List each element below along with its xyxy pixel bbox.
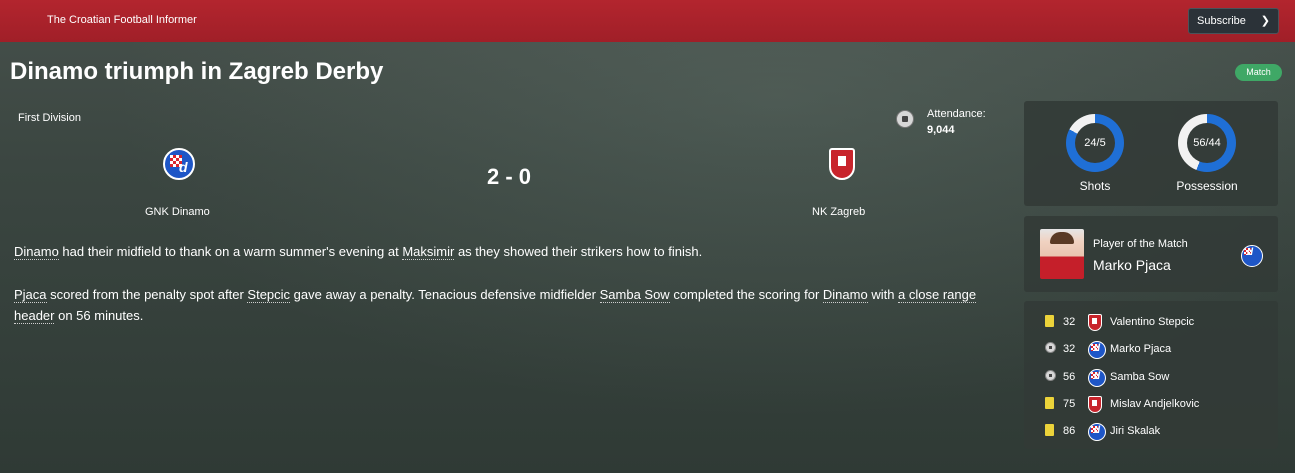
article-type-badge: Match — [1235, 64, 1282, 81]
article-text: as they showed their strikers how to fin… — [454, 244, 703, 259]
event-row[interactable]: 75 Mislav Andjelkovic — [1024, 391, 1278, 418]
article-headline: Dinamo triumph in Zagreb Derby — [10, 58, 384, 85]
player-photo[interactable] — [1040, 229, 1084, 279]
shots-value: 24/5 — [1075, 123, 1115, 163]
home-team-crest-icon[interactable]: d — [163, 148, 195, 180]
attendance-label: Attendance: — [927, 108, 986, 120]
event-minute: 86 — [1063, 425, 1076, 438]
event-row[interactable]: 32 d Marko Pjaca — [1024, 336, 1278, 363]
event-minute: 32 — [1063, 316, 1076, 328]
zagreb-crest-icon — [1088, 395, 1102, 413]
possession-donut-chart: 56/44 — [1178, 114, 1236, 172]
article-text: completed the scoring for — [669, 287, 823, 302]
event-row[interactable]: 86 d Jiri Skalak — [1024, 418, 1278, 445]
dinamo-crest-icon: d — [1088, 423, 1106, 442]
stadium-ball-icon — [896, 110, 914, 128]
match-events-panel: 32 Valentino Stepcic 32 d Marko Pjaca 56 d Samb… — [1024, 301, 1278, 449]
article-link[interactable]: Stepcic — [247, 287, 291, 303]
event-player-name[interactable]: Valentino Stepcic — [1110, 316, 1194, 328]
subscribe-button[interactable]: Subscribe ❯ — [1188, 8, 1279, 34]
event-row[interactable]: 56 d Samba Sow — [1024, 364, 1278, 391]
possession-value: 56/44 — [1187, 123, 1227, 163]
yellow-card-icon — [1045, 396, 1054, 409]
event-minute: 32 — [1063, 343, 1076, 356]
article-paragraph-1: Dinamo had their midfield to thank on a … — [14, 241, 1014, 262]
shots-donut-chart: 24/5 — [1066, 114, 1124, 172]
yellow-card-icon — [1045, 315, 1054, 327]
goal-ball-icon — [1045, 369, 1056, 381]
article-link[interactable]: Pjaca — [14, 287, 47, 303]
article-link[interactable]: Dinamo — [822, 287, 868, 303]
article-link[interactable]: Maksimir — [402, 244, 455, 260]
home-team-name[interactable]: GNK Dinamo — [145, 206, 210, 218]
top-bar: The Croatian Football Informer Subscribe… — [0, 0, 1295, 42]
attendance-value: 9,044 — [927, 124, 955, 136]
event-minute: 56 — [1063, 370, 1076, 383]
competition-name[interactable]: First Division — [18, 112, 81, 124]
article-text: gave away a penalty. Tenacious defensive… — [290, 287, 600, 302]
article-text: scored from the penalty spot after — [46, 287, 248, 302]
event-player-name[interactable]: Jiri Skalak — [1110, 425, 1160, 437]
publication-name: The Croatian Football Informer — [47, 14, 197, 26]
event-player-name[interactable]: Marko Pjaca — [1110, 343, 1171, 355]
chevron-down-icon: ❯ — [1260, 15, 1270, 27]
event-player-name[interactable]: Samba Sow — [1110, 371, 1169, 383]
article-text: had their midfield to thank on a warm su… — [58, 244, 403, 259]
article-text: with — [867, 287, 899, 302]
shots-label: Shots — [1079, 179, 1111, 193]
article-paragraph-2: Pjaca scored from the penalty spot after… — [14, 284, 1014, 326]
subscribe-label: Subscribe — [1197, 15, 1246, 27]
match-score: 2 - 0 — [487, 164, 532, 189]
away-team-crest-icon[interactable] — [829, 148, 855, 180]
dinamo-crest-icon: d — [1088, 341, 1106, 360]
goal-ball-icon — [1045, 342, 1056, 354]
dinamo-crest-icon: d — [1241, 245, 1263, 267]
article-link[interactable]: Dinamo — [14, 244, 59, 260]
dinamo-crest-icon: d — [1088, 368, 1106, 387]
potm-player-name[interactable]: Marko Pjaca — [1093, 257, 1171, 273]
zagreb-crest-icon — [1088, 314, 1102, 331]
away-team-name[interactable]: NK Zagreb — [812, 206, 865, 218]
article-text: on 56 minutes. — [54, 308, 144, 323]
event-minute: 75 — [1063, 397, 1076, 410]
player-of-match-panel[interactable]: Player of the Match Marko Pjaca d — [1024, 216, 1278, 292]
event-player-name[interactable]: Mislav Andjelkovic — [1110, 398, 1199, 410]
potm-label: Player of the Match — [1093, 238, 1188, 250]
article-link[interactable]: Samba Sow — [599, 287, 670, 303]
yellow-card-icon — [1045, 424, 1054, 437]
possession-label: Possession — [1176, 179, 1238, 193]
event-row[interactable]: 32 Valentino Stepcic — [1024, 309, 1278, 336]
match-stats-panel: 24/5 Shots 56/44 Possession — [1024, 101, 1278, 206]
